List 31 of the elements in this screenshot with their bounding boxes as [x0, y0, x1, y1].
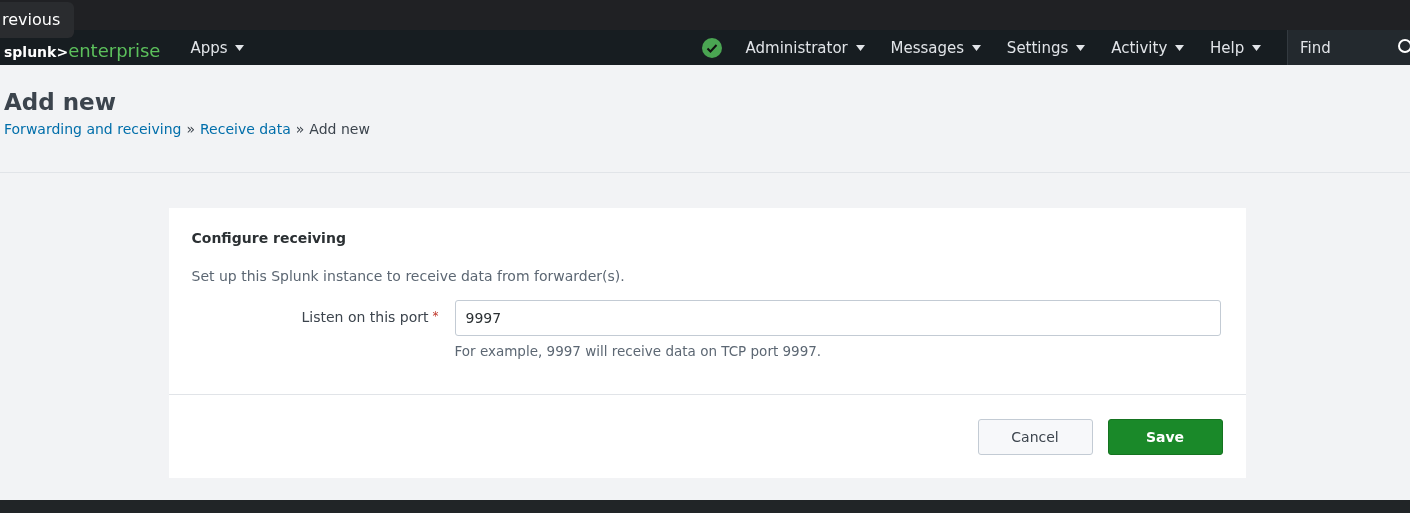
- caret-icon: [1252, 45, 1261, 51]
- breadcrumb-separator: »: [186, 121, 195, 137]
- breadcrumb-separator: »: [295, 121, 305, 137]
- caret-icon: [1175, 45, 1185, 51]
- nav-menu[interactable]: Administrator: [745, 38, 865, 57]
- nav-menu[interactable]: Messages: [890, 38, 981, 57]
- tooltip: revious: [0, 2, 75, 38]
- search-icon[interactable]: [1396, 38, 1410, 56]
- required-mark: *: [432, 309, 439, 325]
- cancel-button[interactable]: Cancel: [977, 418, 1093, 455]
- nav-menu[interactable]: Help: [1210, 38, 1261, 57]
- breadcrumb-current: Add new: [309, 121, 370, 137]
- caret-icon: [1076, 45, 1086, 51]
- check-circle-icon[interactable]: [701, 37, 722, 58]
- form-heading: Configure receiving: [191, 230, 347, 246]
- page-title: Add new: [4, 89, 117, 115]
- save-button[interactable]: Save: [1107, 418, 1223, 455]
- field-help: For example, 9997 will receive data on TCP port 9997.: [454, 343, 823, 359]
- caret-icon: [971, 45, 981, 51]
- port-input[interactable]: 9997: [454, 300, 1221, 336]
- logo[interactable]: splunk>enterprise: [0, 40, 161, 61]
- caret-icon: [855, 45, 865, 51]
- nav-menu[interactable]: Settings: [1006, 38, 1086, 57]
- breadcrumb-link[interactable]: Receive data: [199, 121, 291, 137]
- nav-menu[interactable]: Activity: [1111, 38, 1185, 57]
- apps-menu[interactable]: Apps: [190, 38, 245, 57]
- field-label: Listen on this port: [301, 309, 429, 327]
- breadcrumb-link[interactable]: Forwarding and receiving: [4, 121, 182, 137]
- search-field[interactable]: Find: [1287, 30, 1410, 65]
- caret-icon: [235, 45, 245, 51]
- form-description: Set up this Splunk instance to receive data from forwarder(s).: [191, 268, 626, 284]
